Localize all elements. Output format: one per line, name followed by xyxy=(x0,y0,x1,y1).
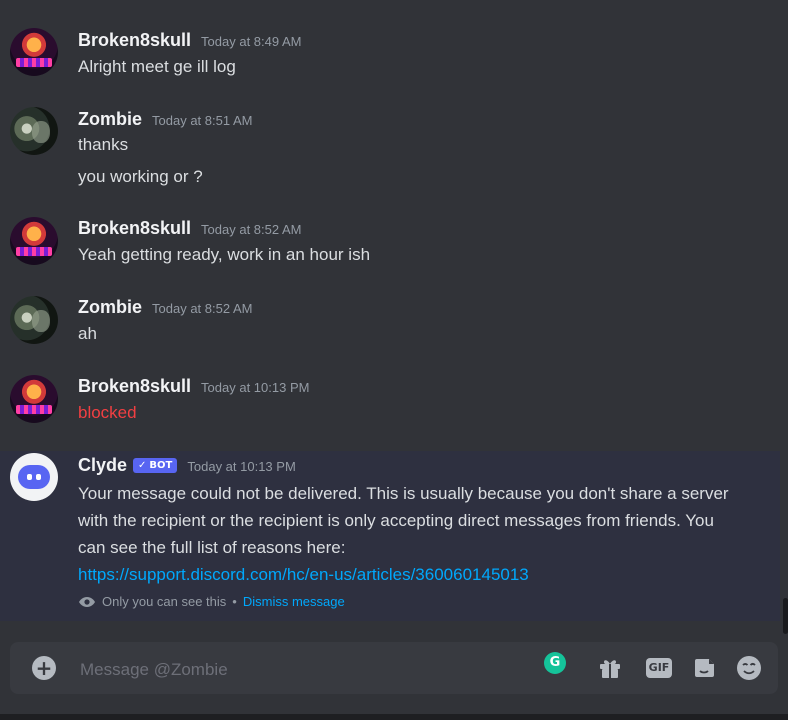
avatar[interactable] xyxy=(10,107,58,155)
clyde-avatar[interactable] xyxy=(10,453,58,501)
timestamp: Today at 10:13 PM xyxy=(187,459,296,474)
gift-icon[interactable] xyxy=(597,655,623,681)
timestamp: Today at 8:52 AM xyxy=(201,222,302,237)
scrollbar[interactable] xyxy=(783,598,788,634)
gif-icon[interactable]: GIF xyxy=(646,655,672,681)
message-header: Broken8skull Today at 8:49 AM xyxy=(78,30,302,51)
username[interactable]: Broken8skull xyxy=(78,376,191,396)
dismiss-message-link[interactable]: Dismiss message xyxy=(243,594,345,609)
message-header: Broken8skull Today at 10:13 PM xyxy=(78,376,309,397)
timestamp: Today at 8:51 AM xyxy=(152,113,253,128)
message-text: Alright meet ge ill log xyxy=(78,57,236,76)
grammarly-icon[interactable]: G xyxy=(544,652,566,674)
gif-label: GIF xyxy=(646,658,672,678)
username[interactable]: Broken8skull xyxy=(78,30,191,50)
message-composer: + G GIF xyxy=(10,642,778,694)
message-text: you working or ? xyxy=(78,167,203,186)
plus-circle-icon[interactable]: + xyxy=(32,656,56,680)
timestamp: Today at 8:49 AM xyxy=(201,34,302,49)
timestamp: Today at 10:13 PM xyxy=(201,380,310,395)
username[interactable]: Broken8skull xyxy=(78,218,191,238)
verified-check-icon: ✓ xyxy=(138,460,147,471)
clyde-message-body: Your message could not be delivered. Thi… xyxy=(78,480,738,588)
avatar[interactable] xyxy=(10,375,58,423)
message-header: Zombie Today at 8:52 AM xyxy=(78,297,252,318)
blocked-message-text: blocked xyxy=(78,403,137,422)
message-text: ah xyxy=(78,324,97,343)
username[interactable]: Clyde xyxy=(78,455,127,475)
sticker-icon[interactable] xyxy=(692,655,718,681)
message-text: Yeah getting ready, work in an hour ish xyxy=(78,245,371,264)
message-header: Zombie Today at 8:51 AM xyxy=(78,109,252,130)
avatar[interactable] xyxy=(10,296,58,344)
timestamp: Today at 8:52 AM xyxy=(152,301,253,316)
clyde-message-text: Your message could not be delivered. Thi… xyxy=(78,484,729,557)
ephemeral-notice: Only you can see this • Dismiss message xyxy=(78,594,345,609)
message-input[interactable] xyxy=(78,658,482,682)
emoji-icon[interactable] xyxy=(736,655,762,681)
message-text: thanks xyxy=(78,135,129,154)
bottom-border xyxy=(0,714,788,720)
avatar[interactable] xyxy=(10,28,58,76)
only-you-text: Only you can see this xyxy=(102,594,227,609)
avatar[interactable] xyxy=(10,217,58,265)
username[interactable]: Zombie xyxy=(78,297,142,317)
eye-icon xyxy=(79,596,95,607)
message-list: Broken8skull Today at 8:49 AM Alright mee… xyxy=(0,0,788,630)
message-header: Clyde ✓ BOT Today at 10:13 PM xyxy=(78,455,296,476)
username[interactable]: Zombie xyxy=(78,109,142,129)
bot-badge: ✓ BOT xyxy=(133,458,178,473)
message-header: Broken8skull Today at 8:52 AM xyxy=(78,218,302,239)
robot-icon xyxy=(18,465,50,489)
separator: • xyxy=(232,594,237,609)
bot-badge-label: BOT xyxy=(149,460,173,471)
support-link[interactable]: https://support.discord.com/hc/en-us/art… xyxy=(78,565,529,584)
